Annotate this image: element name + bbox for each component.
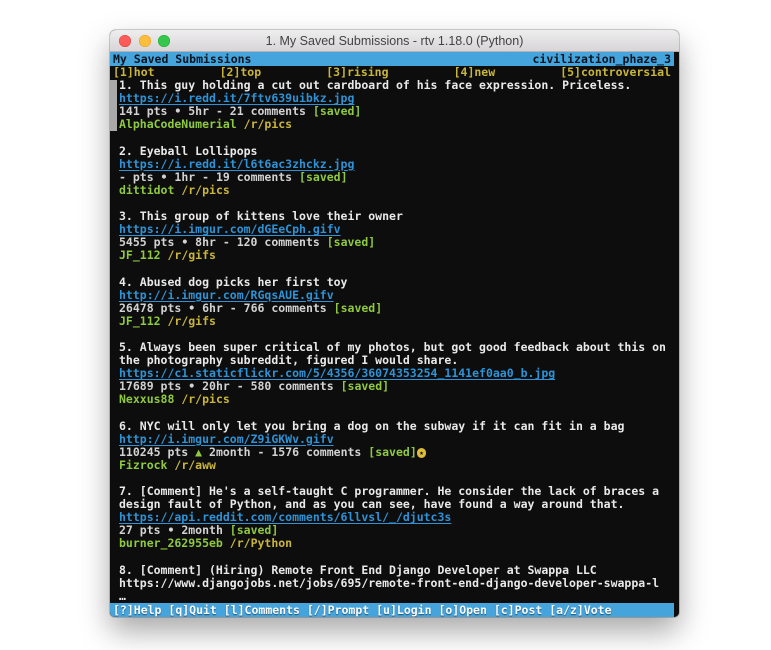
submission-byline: Nexxus88 /r/pics xyxy=(110,393,673,406)
submission-item[interactable]: 4. Abused dog picks her first toyhttp://… xyxy=(110,276,679,328)
age-text: 20hr - 580 comments xyxy=(195,379,340,393)
help-item-7[interactable]: [c]Post xyxy=(494,603,549,617)
submission-url[interactable]: https://i.redd.it/7ftv639uibkz.jpg xyxy=(119,91,354,105)
submission-url[interactable]: http://i.imgur.com/RGqsAUE.gifv xyxy=(119,288,334,302)
age-text: 6hr - 766 comments xyxy=(195,301,333,315)
help-item-1[interactable]: [?]Help xyxy=(113,603,168,617)
window-titlebar[interactable]: 1. My Saved Submissions - rtv 1.18.0 (Py… xyxy=(110,30,679,52)
window-close-button[interactable] xyxy=(119,35,131,47)
saved-badge: [saved] xyxy=(327,235,375,249)
terminal-window: 1. My Saved Submissions - rtv 1.18.0 (Py… xyxy=(110,30,679,617)
terminal-screen: My Saved Submissions civilization_phaze_… xyxy=(110,52,679,617)
gilded-icon: ★ xyxy=(417,448,427,458)
subreddit-name[interactable]: /r/pics xyxy=(181,392,229,406)
submission-byline: dittidot /r/pics xyxy=(110,184,673,197)
submission-item[interactable]: 2. Eyeball Lollipopshttps://i.redd.it/l6… xyxy=(110,145,679,197)
saved-badge: [saved] xyxy=(341,379,389,393)
traffic-lights xyxy=(119,35,170,47)
submission-url[interactable]: https://c1.staticflickr.com/5/4356/36074… xyxy=(119,366,555,380)
submission-url[interactable]: https://i.imgur.com/dGEeCph.gifv xyxy=(119,222,341,236)
saved-badge: [saved] xyxy=(334,301,382,315)
score-text: 26478 pts xyxy=(119,301,188,315)
blank-line xyxy=(110,328,679,341)
truncated-ellipsis: … xyxy=(110,590,673,603)
saved-badge: [saved] xyxy=(299,170,347,184)
submission-title: 7. [Comment] He's a self-taught C progra… xyxy=(110,485,673,511)
submission-byline: JF_112 /r/gifs xyxy=(110,249,673,262)
score-text: 110245 pts xyxy=(119,445,195,459)
blank-line xyxy=(110,131,679,144)
header-bar: My Saved Submissions civilization_phaze_… xyxy=(110,52,674,66)
saved-badge: [saved] xyxy=(313,104,361,118)
subreddit-name[interactable]: /r/pics xyxy=(181,183,229,197)
submission-item[interactable]: 1. This guy holding a cut out cardboard … xyxy=(110,79,679,131)
author-name[interactable]: burner_262955eb xyxy=(119,536,223,550)
subreddit-name[interactable]: /r/Python xyxy=(230,536,292,550)
age-text: 1hr - 19 comments xyxy=(167,170,299,184)
submission-item[interactable]: 3. This group of kittens love their owne… xyxy=(110,210,679,262)
author-name[interactable]: Fizrock xyxy=(119,458,167,472)
age-text: 8hr - 120 comments xyxy=(188,235,326,249)
window-zoom-button[interactable] xyxy=(158,35,170,47)
submission-item[interactable]: 7. [Comment] He's a self-taught C progra… xyxy=(110,485,679,550)
score-text: - pts xyxy=(119,170,161,184)
submission-item[interactable]: 8. [Comment] (Hiring) Remote Front End D… xyxy=(110,564,679,603)
submission-url[interactable]: http://i.imgur.com/Z9iGKWv.gifv xyxy=(119,432,334,446)
logged-in-username: civilization_phaze_3 xyxy=(533,52,671,66)
blank-line xyxy=(110,550,679,563)
blank-line xyxy=(110,406,679,419)
help-item-4[interactable]: [/]Prompt xyxy=(307,603,376,617)
submission-url[interactable]: https://www.djangojobs.net/jobs/695/remo… xyxy=(119,576,659,590)
submission-list: 1. This guy holding a cut out cardboard … xyxy=(110,79,679,603)
saved-badge: [saved] xyxy=(368,445,416,459)
score-text: 27 pts xyxy=(119,523,167,537)
help-item-5[interactable]: [u]Login xyxy=(376,603,438,617)
age-text: 5hr - 21 comments xyxy=(181,104,313,118)
score-text: 17689 pts xyxy=(119,379,188,393)
submission-byline: JF_112 /r/gifs xyxy=(110,315,673,328)
submission-title: 5. Always been super critical of my phot… xyxy=(110,341,673,367)
author-name[interactable]: JF_112 xyxy=(119,314,161,328)
author-name[interactable]: AlphaCodeNumerial xyxy=(119,117,237,131)
submission-byline: AlphaCodeNumerial /r/pics xyxy=(110,118,673,131)
saved-badge: [saved] xyxy=(230,523,278,537)
help-item-3[interactable]: [l]Comments xyxy=(224,603,307,617)
author-name[interactable]: Nexxus88 xyxy=(119,392,174,406)
subreddit-name[interactable]: /r/gifs xyxy=(167,248,215,262)
submission-url[interactable]: https://api.reddit.com/comments/6llvsl/_… xyxy=(119,510,451,524)
author-name[interactable]: JF_112 xyxy=(119,248,161,262)
help-bar: [?]Help [q]Quit [l]Comments [/]Prompt [u… xyxy=(110,603,674,617)
submission-byline: burner_262955eb /r/Python xyxy=(110,537,673,550)
score-text: 141 pts xyxy=(119,104,174,118)
score-text: 5455 pts xyxy=(119,235,181,249)
age-text: 2month - 1576 comments xyxy=(202,445,368,459)
window-title: 1. My Saved Submissions - rtv 1.18.0 (Py… xyxy=(266,34,524,48)
submission-item[interactable]: 6. NYC will only let you bring a dog on … xyxy=(110,420,679,472)
subreddit-name[interactable]: /r/pics xyxy=(244,117,292,131)
age-text: 2month xyxy=(174,523,229,537)
blank-line xyxy=(110,262,679,275)
help-item-2[interactable]: [q]Quit xyxy=(168,603,223,617)
author-name[interactable]: dittidot xyxy=(119,183,174,197)
page-title: My Saved Submissions xyxy=(113,52,251,66)
subreddit-name[interactable]: /r/aww xyxy=(174,458,216,472)
submission-byline: Fizrock /r/aww xyxy=(110,459,673,472)
submission-url[interactable]: https://i.redd.it/l6t6ac3zhckz.jpg xyxy=(119,157,354,171)
window-minimize-button[interactable] xyxy=(139,35,151,47)
help-item-6[interactable]: [o]Open xyxy=(438,603,493,617)
help-item-8[interactable]: [a/z]Vote xyxy=(549,603,611,617)
subreddit-name[interactable]: /r/gifs xyxy=(167,314,215,328)
submission-url-row: https://www.djangojobs.net/jobs/695/remo… xyxy=(110,577,673,590)
submission-item[interactable]: 5. Always been super critical of my phot… xyxy=(110,341,679,406)
